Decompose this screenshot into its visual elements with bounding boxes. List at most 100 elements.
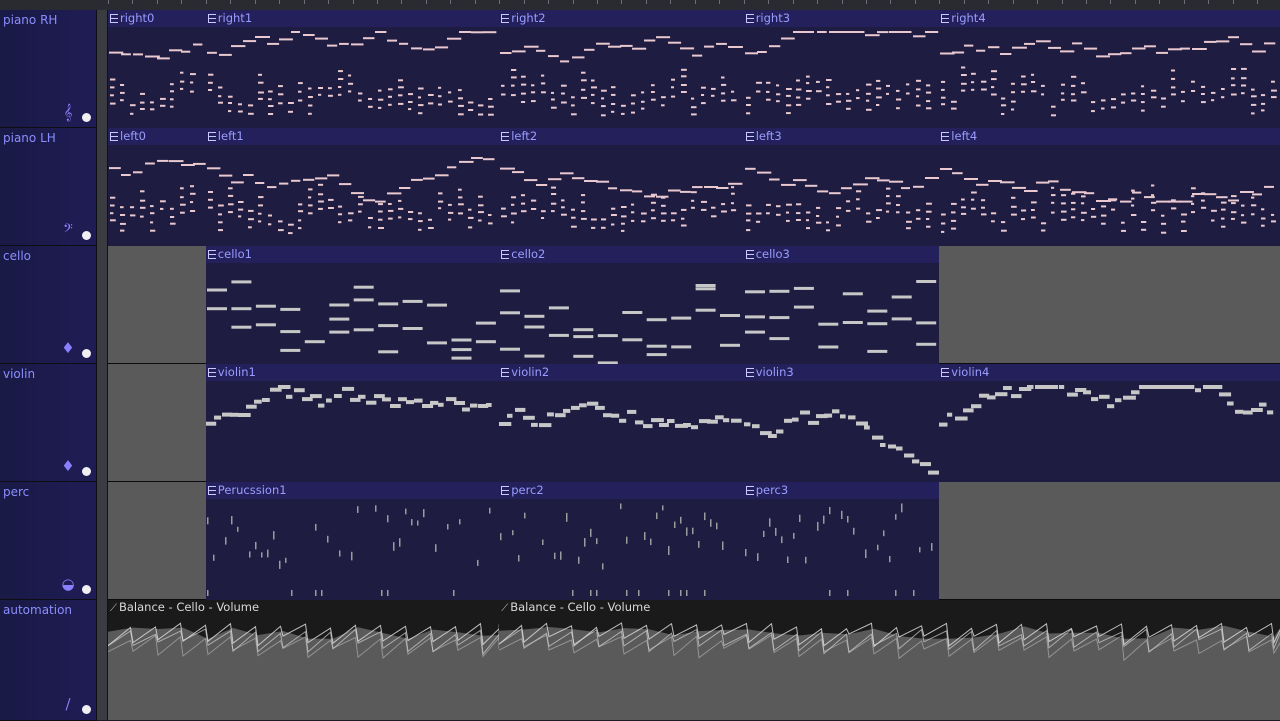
clip-cello1[interactable]: cello1 xyxy=(205,246,500,364)
clip-menu-icon[interactable] xyxy=(745,250,754,259)
clip-violin4[interactable]: violin4 xyxy=(939,364,1280,482)
clip-menu-icon[interactable] xyxy=(501,132,510,141)
track-mute-toggle[interactable] xyxy=(82,705,91,714)
clip-violin1[interactable]: violin1 xyxy=(205,364,500,482)
clip-left2[interactable]: left2 xyxy=(499,128,744,246)
track-header-piano-lh[interactable]: piano LH 𝄢 xyxy=(0,128,97,246)
clip-right2[interactable]: right2 xyxy=(499,10,744,128)
track-name[interactable]: cello xyxy=(3,249,31,263)
clip-menu-icon[interactable] xyxy=(207,132,216,141)
note xyxy=(539,423,552,428)
clip-title[interactable]: perc2 xyxy=(499,482,744,499)
note xyxy=(835,93,841,96)
clip-menu-icon[interactable] xyxy=(941,14,950,23)
clip-title[interactable]: perc3 xyxy=(743,482,940,499)
clip-menu-icon[interactable] xyxy=(745,14,754,23)
clip-menu-icon[interactable] xyxy=(745,132,754,141)
clip-menu-icon[interactable] xyxy=(207,368,216,377)
clip-title[interactable]: left4 xyxy=(939,128,1280,145)
lane-piano-rh[interactable]: right0 right1 right2 right3 right4 xyxy=(108,10,1280,128)
clip-title[interactable]: violin4 xyxy=(939,364,1280,381)
clip-title[interactable]: right2 xyxy=(499,10,744,27)
clip-violin3[interactable]: violin3 xyxy=(743,364,940,482)
track-header-violin[interactable]: violin ♦ xyxy=(0,364,97,482)
clip-title[interactable]: left2 xyxy=(499,128,744,145)
clip-title[interactable]: Perucssion1 xyxy=(205,482,500,499)
track-name[interactable]: violin xyxy=(3,367,35,381)
clip-menu-icon[interactable] xyxy=(501,368,510,377)
clip-right1[interactable]: right1 xyxy=(205,10,500,128)
clip-left3[interactable]: left3 xyxy=(743,128,940,246)
clip-title[interactable]: right3 xyxy=(743,10,940,27)
clip-menu-icon[interactable] xyxy=(941,132,950,141)
clip-title[interactable]: left0 xyxy=(108,128,206,145)
note xyxy=(524,354,545,358)
automation-clip-title[interactable]: ⟋ Balance - Cello - Volume xyxy=(501,600,650,615)
automation-clip[interactable]: ⟋ Balance - Cello - Volume xyxy=(108,600,500,720)
clip-menu-icon[interactable] xyxy=(207,14,216,23)
track-header-automation[interactable]: automation ∕ xyxy=(0,600,97,721)
clip-menu-icon[interactable] xyxy=(110,14,118,23)
note xyxy=(227,211,233,214)
track-resize-strip[interactable] xyxy=(97,10,108,720)
clip-left0[interactable]: left0 xyxy=(108,128,206,246)
track-header-cello[interactable]: cello ♦ xyxy=(0,246,97,364)
lane-cello[interactable]: cello1 cello2 cello3 xyxy=(108,246,1280,364)
lane-violin[interactable]: violin1 violin2 violin3 violin4 xyxy=(108,364,1280,482)
clip-menu-icon[interactable] xyxy=(207,250,216,259)
clip-menu-icon[interactable] xyxy=(110,132,118,141)
track-mute-toggle[interactable] xyxy=(82,231,91,240)
clip-cello3[interactable]: cello3 xyxy=(743,246,940,364)
lane-piano-lh[interactable]: left0 left1 left2 left3 left4 xyxy=(108,128,1280,246)
clip-title[interactable]: cello2 xyxy=(499,246,744,263)
lane-perc[interactable]: Perucssion1 perc2 perc3 xyxy=(108,482,1280,600)
clip-menu-icon[interactable] xyxy=(501,14,510,23)
clip-right4[interactable]: right4 xyxy=(939,10,1280,128)
clip-right3[interactable]: right3 xyxy=(743,10,940,128)
automation-clip[interactable]: ⟋ Balance - Cello - Volume xyxy=(499,600,1280,720)
clip-violin2[interactable]: violin2 xyxy=(499,364,744,482)
clip-title[interactable]: right0 xyxy=(108,10,206,27)
clip-perc3[interactable]: perc3 xyxy=(743,482,940,600)
clip-title[interactable]: right1 xyxy=(205,10,500,27)
note xyxy=(701,102,706,105)
note xyxy=(695,287,716,291)
clip-title[interactable]: violin3 xyxy=(743,364,940,381)
clip-right0[interactable]: right0 xyxy=(108,10,206,128)
track-header-perc[interactable]: perc ◒ xyxy=(0,482,97,600)
clip-menu-icon[interactable] xyxy=(501,250,510,259)
note xyxy=(804,184,817,187)
note xyxy=(571,96,575,99)
track-mute-toggle[interactable] xyxy=(82,113,91,122)
clip-title[interactable]: cello3 xyxy=(743,246,940,263)
lane-automation[interactable]: ⟋ Balance - Cello - Volume ⟋ Balance - Cell… xyxy=(108,600,1280,720)
clip-left1[interactable]: left1 xyxy=(205,128,500,246)
clip-menu-icon[interactable] xyxy=(941,368,950,377)
clip-menu-icon[interactable] xyxy=(501,486,510,495)
clip-cello2[interactable]: cello2 xyxy=(499,246,744,364)
track-mute-toggle[interactable] xyxy=(82,349,91,358)
track-name[interactable]: piano RH xyxy=(3,13,57,27)
clip-perucssion1[interactable]: Perucssion1 xyxy=(205,482,500,600)
track-name[interactable]: piano LH xyxy=(3,131,56,145)
note xyxy=(1211,99,1215,102)
clip-title[interactable]: violin1 xyxy=(205,364,500,381)
clip-left4[interactable]: left4 xyxy=(939,128,1280,246)
clip-perc2[interactable]: perc2 xyxy=(499,482,744,600)
clip-menu-icon[interactable] xyxy=(745,486,754,495)
clip-title[interactable]: right4 xyxy=(939,10,1280,27)
clip-title[interactable]: cello1 xyxy=(205,246,500,263)
clip-title[interactable]: left3 xyxy=(743,128,940,145)
track-name[interactable]: perc xyxy=(3,485,29,499)
clip-title[interactable]: violin2 xyxy=(499,364,744,381)
clip-title[interactable]: left1 xyxy=(205,128,500,145)
note xyxy=(1041,222,1047,225)
automation-clip-title[interactable]: ⟋ Balance - Cello - Volume xyxy=(110,600,259,615)
note xyxy=(680,590,682,596)
track-mute-toggle[interactable] xyxy=(82,585,91,594)
track-name[interactable]: automation xyxy=(3,603,72,617)
track-header-piano-rh[interactable]: piano RH 𝄞 xyxy=(0,10,97,128)
clip-menu-icon[interactable] xyxy=(745,368,754,377)
clip-menu-icon[interactable] xyxy=(207,486,216,495)
track-mute-toggle[interactable] xyxy=(82,467,91,476)
